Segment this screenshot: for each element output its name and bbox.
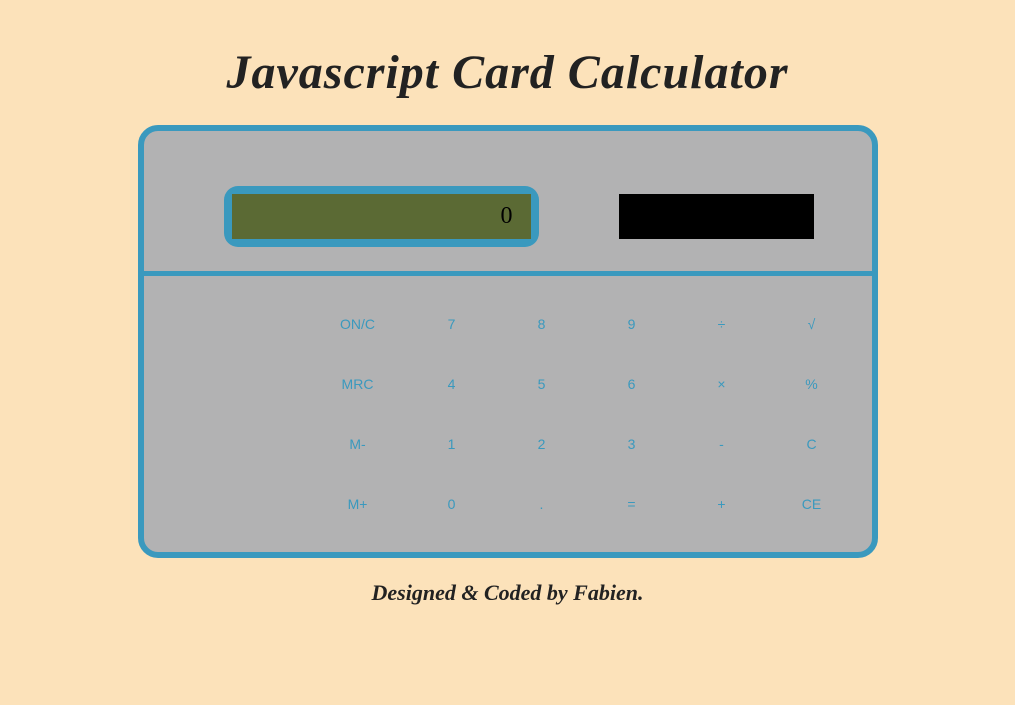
button-grid: ON/C 7 8 9 ÷ √ MRC 4 5 6 × % M- 1 2 3 - …	[144, 276, 872, 552]
digit-1-button[interactable]: 1	[432, 436, 472, 452]
button-row-1: ON/C 7 8 9 ÷ √	[184, 316, 832, 332]
multiply-button[interactable]: ×	[702, 376, 742, 392]
digit-7-button[interactable]: 7	[432, 316, 472, 332]
digit-4-button[interactable]: 4	[432, 376, 472, 392]
equals-button[interactable]: =	[612, 496, 652, 512]
digit-9-button[interactable]: 9	[612, 316, 652, 332]
digit-5-button[interactable]: 5	[522, 376, 562, 392]
sqrt-button[interactable]: √	[792, 316, 832, 332]
calculator-display: 0	[232, 194, 531, 239]
digit-6-button[interactable]: 6	[612, 376, 652, 392]
m-minus-button[interactable]: M-	[334, 436, 382, 452]
solar-panel	[619, 194, 814, 239]
on-clear-button[interactable]: ON/C	[334, 316, 382, 332]
digit-3-button[interactable]: 3	[612, 436, 652, 452]
digit-0-button[interactable]: 0	[432, 496, 472, 512]
divide-button[interactable]: ÷	[702, 316, 742, 332]
button-row-3: M- 1 2 3 - C	[184, 436, 832, 452]
calculator-card: 0 ON/C 7 8 9 ÷ √ MRC 4 5 6 × % M- 1 2 3 …	[138, 125, 878, 558]
add-button[interactable]: +	[702, 496, 742, 512]
percent-button[interactable]: %	[792, 376, 832, 392]
display-frame: 0	[224, 186, 539, 247]
calculator-top-section: 0	[144, 131, 872, 276]
clear-entry-button[interactable]: CE	[792, 496, 832, 512]
subtract-button[interactable]: -	[702, 436, 742, 452]
m-plus-button[interactable]: M+	[334, 496, 382, 512]
page-title: Javascript Card Calculator	[226, 45, 788, 100]
digit-2-button[interactable]: 2	[522, 436, 562, 452]
mrc-button[interactable]: MRC	[334, 376, 382, 392]
footer-credit: Designed & Coded by Fabien.	[372, 580, 644, 606]
digit-8-button[interactable]: 8	[522, 316, 562, 332]
button-row-2: MRC 4 5 6 × %	[184, 376, 832, 392]
button-row-4: M+ 0 . = + CE	[184, 496, 832, 512]
clear-button[interactable]: C	[792, 436, 832, 452]
decimal-button[interactable]: .	[522, 496, 562, 512]
